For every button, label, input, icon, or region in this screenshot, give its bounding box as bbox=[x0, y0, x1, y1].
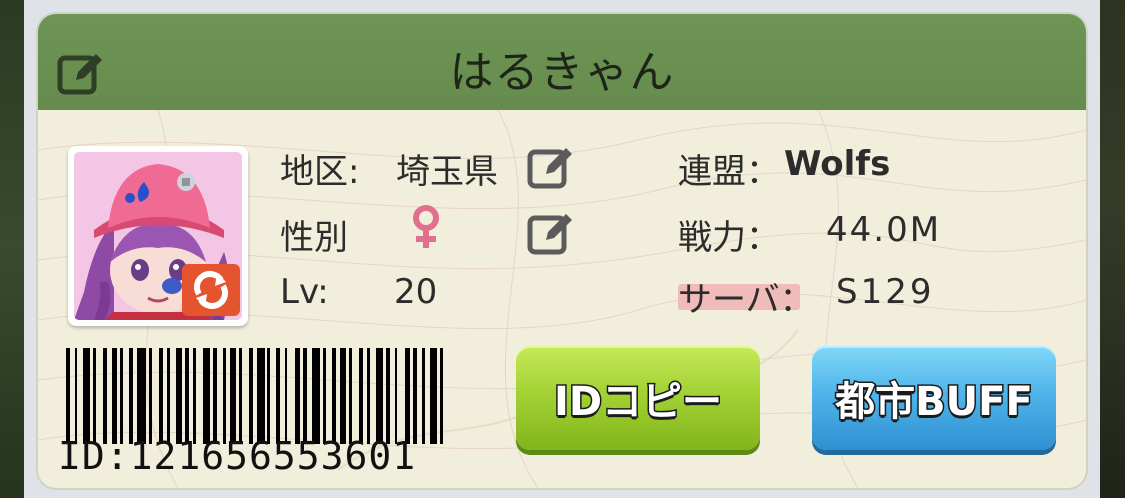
barcode-bar bbox=[223, 348, 226, 444]
player-name: はるきゃん bbox=[449, 47, 675, 98]
barcode-bar bbox=[311, 348, 321, 444]
barcode-bar bbox=[267, 348, 271, 444]
alliance-label: 連盟： bbox=[678, 152, 780, 192]
barcode-bar bbox=[137, 348, 146, 444]
barcode-bar bbox=[257, 348, 265, 444]
barcode-bar bbox=[276, 348, 281, 444]
barcode-bar bbox=[128, 348, 134, 444]
barcode-bar bbox=[303, 348, 308, 444]
barcode-bar bbox=[440, 348, 444, 444]
alliance-value: Wolfs bbox=[784, 144, 891, 184]
barcode-bar bbox=[230, 348, 236, 444]
barcode-bar bbox=[193, 348, 196, 444]
barcode-bar bbox=[120, 348, 124, 444]
barcode-bar bbox=[158, 348, 164, 444]
female-icon bbox=[413, 205, 439, 248]
player-card: はるきゃん 地区: 埼玉県 性別 Lv: 20 連盟： Wolfs 戦力： 44… bbox=[38, 14, 1086, 488]
barcode-bar bbox=[66, 348, 71, 444]
level-value: 20 bbox=[394, 272, 438, 312]
barcode-bar bbox=[421, 348, 425, 444]
barcode-bar bbox=[358, 348, 364, 444]
city-buff-button[interactable]: 都市BUFF bbox=[812, 346, 1056, 450]
gender-label: 性別 bbox=[280, 218, 348, 258]
region-value: 埼玉県 bbox=[396, 152, 498, 192]
barcode-bar bbox=[93, 348, 96, 444]
player-id: ID:121656553601 bbox=[58, 434, 417, 478]
barcode-bar bbox=[386, 348, 391, 444]
barcode-bar bbox=[213, 348, 218, 444]
barcode-bar bbox=[148, 348, 152, 444]
server-label: サーバ： bbox=[678, 280, 814, 320]
barcode-bar bbox=[413, 348, 418, 444]
barcode-bar bbox=[238, 348, 242, 444]
barcode-bar bbox=[248, 348, 254, 444]
copy-id-button[interactable]: IDコピー bbox=[516, 346, 760, 450]
barcode-bar bbox=[430, 348, 438, 444]
barcode-bar bbox=[203, 348, 211, 444]
barcode-bar bbox=[376, 348, 384, 444]
barcode-bar bbox=[294, 348, 301, 444]
barcode-bar bbox=[74, 348, 78, 444]
barcode-bar bbox=[284, 348, 288, 444]
edit-gender-icon[interactable] bbox=[526, 208, 576, 258]
barcode-bar bbox=[404, 348, 411, 444]
barcode-bar bbox=[184, 348, 189, 444]
barcode-bar bbox=[367, 348, 371, 444]
region-label: 地区: bbox=[280, 152, 360, 192]
power-value: 44.0M bbox=[826, 210, 942, 250]
level-label: Lv: bbox=[280, 272, 329, 312]
id-barcode bbox=[66, 348, 448, 444]
card-header: はるきゃん bbox=[38, 14, 1086, 110]
barcode-bar bbox=[103, 348, 108, 444]
barcode-bar bbox=[394, 348, 398, 444]
barcode-bar bbox=[83, 348, 91, 444]
barcode-bar bbox=[323, 348, 326, 444]
barcode-bar bbox=[348, 348, 352, 444]
power-label: 戦力： bbox=[678, 218, 780, 258]
background-right bbox=[1100, 0, 1125, 498]
refresh-icon[interactable] bbox=[182, 264, 240, 316]
barcode-bar bbox=[111, 348, 118, 444]
barcode-bar bbox=[167, 348, 171, 444]
barcode-bar bbox=[331, 348, 336, 444]
barcode-bar bbox=[340, 348, 346, 444]
server-value: S129 bbox=[836, 272, 935, 312]
edit-region-icon[interactable] bbox=[526, 142, 576, 192]
barcode-bar bbox=[176, 348, 182, 444]
